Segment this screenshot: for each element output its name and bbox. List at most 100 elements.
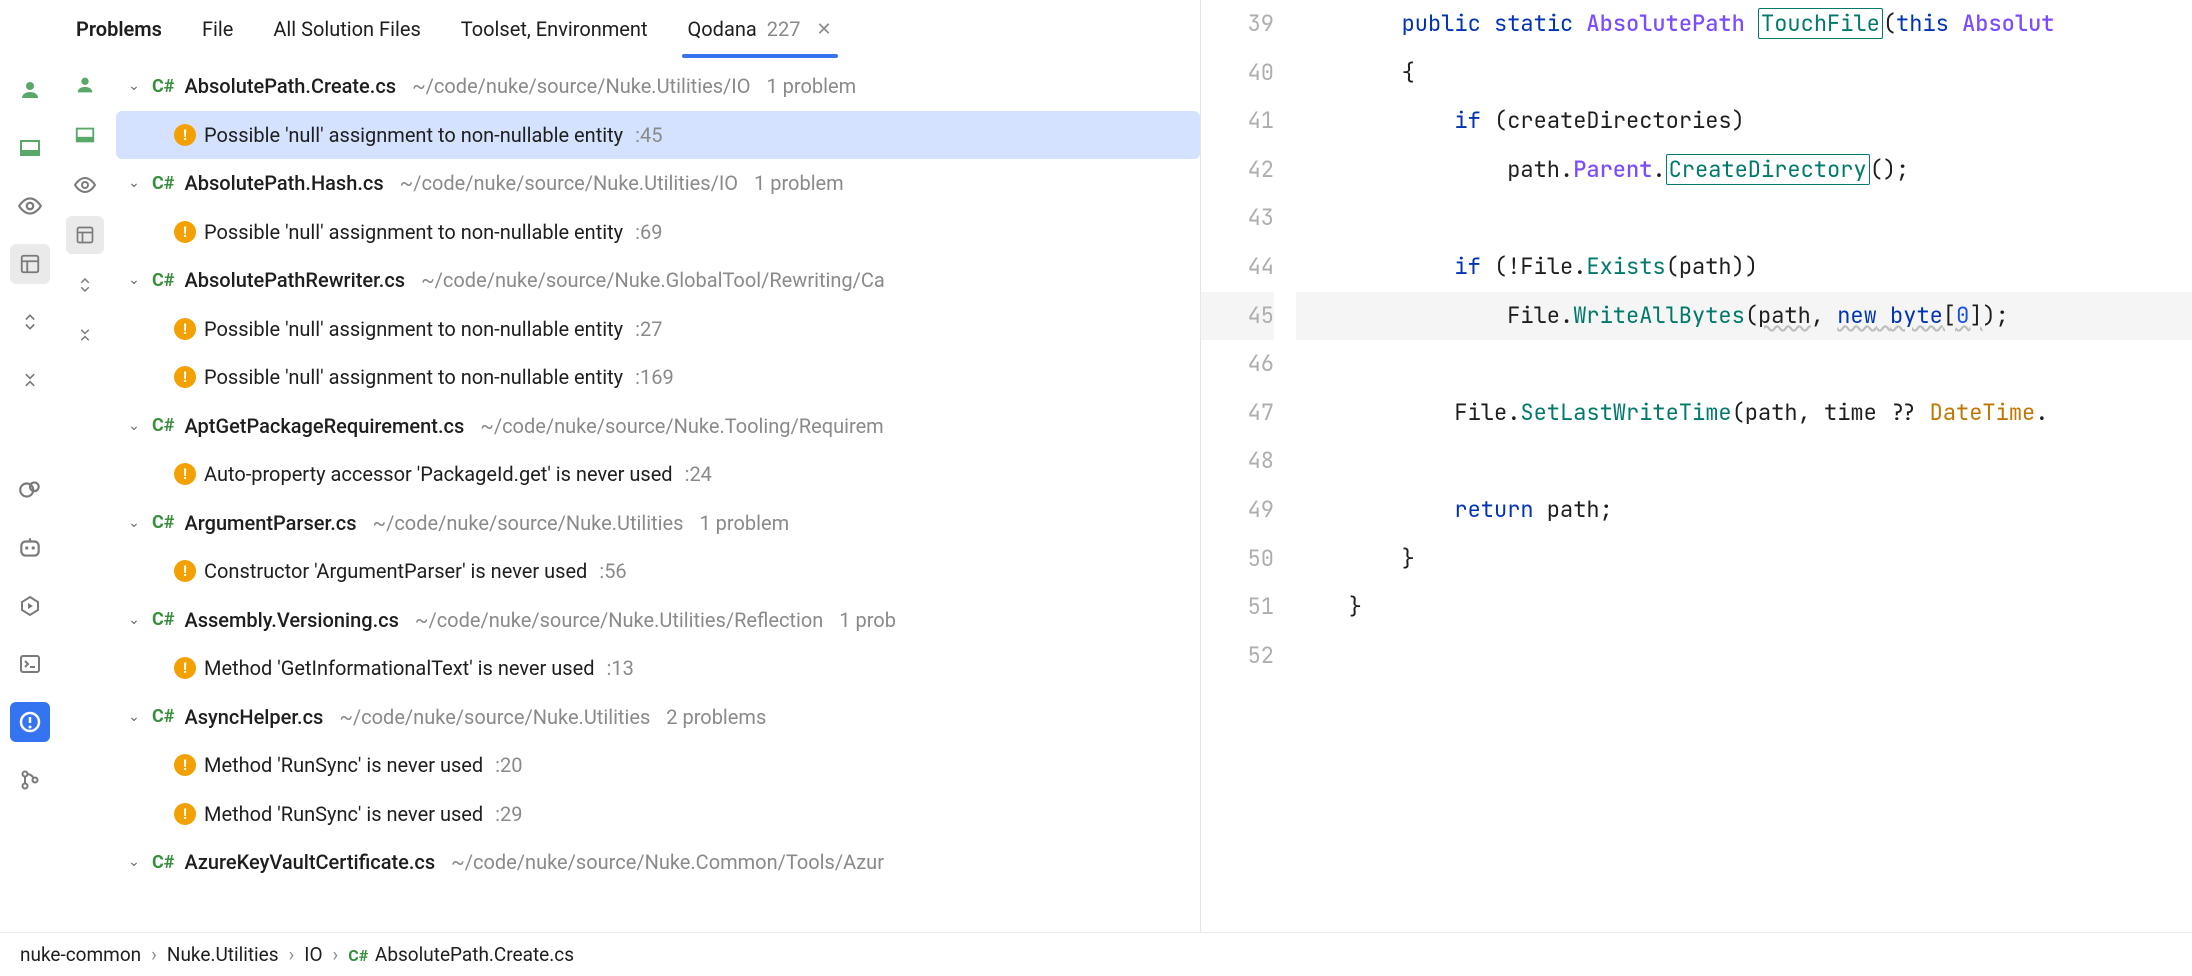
issue-row[interactable]: !Possible 'null' assignment to non-nulla… bbox=[116, 353, 1200, 402]
chevron-down-icon[interactable]: ⌄ bbox=[124, 612, 144, 628]
tab-problems[interactable]: Problems bbox=[76, 0, 162, 58]
csharp-badge: C# bbox=[152, 415, 174, 436]
breadcrumb-item[interactable]: nuke-common bbox=[20, 943, 141, 966]
code-line[interactable] bbox=[1296, 632, 2192, 681]
code-line[interactable]: File.SetLastWriteTime(path, time ?? Date… bbox=[1296, 389, 2192, 438]
warning-icon: ! bbox=[174, 803, 196, 825]
breadcrumb[interactable]: nuke-common › Nuke.Utilities › IO › C# A… bbox=[0, 932, 2192, 976]
qodana-count: 227 bbox=[767, 17, 801, 41]
chevron-down-icon[interactable]: ⌄ bbox=[124, 175, 144, 191]
code-line[interactable]: if (createDirectories) bbox=[1296, 97, 2192, 146]
ai-assistant-icon[interactable] bbox=[10, 528, 50, 568]
gutter-line: 49 bbox=[1201, 486, 1274, 535]
code-line[interactable] bbox=[1296, 437, 2192, 486]
collapse-icon[interactable] bbox=[10, 360, 50, 400]
problems-tabs: Problems File All Solution Files Toolset… bbox=[60, 0, 1200, 58]
preview-icon[interactable] bbox=[66, 166, 104, 204]
breadcrumb-item[interactable]: Nuke.Utilities bbox=[167, 943, 279, 966]
file-row[interactable]: ⌄C#ArgumentParser.cs~/code/nuke/source/N… bbox=[116, 499, 1200, 548]
gutter-line: 51 bbox=[1201, 583, 1274, 632]
issue-row[interactable]: !Method 'RunSync' is never used:20 bbox=[116, 741, 1200, 790]
problems-tree[interactable]: ⌄ C# AbsolutePath.Create.cs ~/code/nuke/sou… bbox=[116, 58, 1200, 887]
problem-count: 1 problem bbox=[699, 511, 789, 535]
file-name: AbsolutePathRewriter.cs bbox=[184, 268, 405, 292]
collapse-all-icon[interactable] bbox=[66, 316, 104, 354]
breadcrumb-separator: › bbox=[289, 943, 295, 966]
tab-toolset-environment[interactable]: Toolset, Environment bbox=[461, 0, 648, 58]
issue-location: :13 bbox=[606, 656, 633, 680]
terminal-icon[interactable] bbox=[10, 644, 50, 684]
issue-row[interactable]: !Possible 'null' assignment to non-nulla… bbox=[116, 111, 1200, 160]
issue-location: :56 bbox=[599, 559, 626, 583]
problems-tool-icon[interactable] bbox=[10, 702, 50, 742]
issue-location: :27 bbox=[635, 317, 662, 341]
gutter-line: 42 bbox=[1201, 146, 1274, 195]
code-line[interactable] bbox=[1296, 340, 2192, 389]
vcs-icon[interactable] bbox=[10, 760, 50, 800]
group-by-icon[interactable] bbox=[66, 216, 104, 254]
tab-file[interactable]: File bbox=[202, 0, 233, 58]
services-icon[interactable] bbox=[10, 470, 50, 510]
csharp-badge: C# bbox=[152, 852, 174, 873]
chevron-down-icon[interactable]: ⌄ bbox=[124, 709, 144, 725]
issue-text: Method 'RunSync' is never used bbox=[204, 753, 483, 777]
code-line[interactable] bbox=[1296, 194, 2192, 243]
code-line[interactable]: } bbox=[1296, 535, 2192, 584]
editor-code[interactable]: public static AbsolutePath TouchFile(thi… bbox=[1296, 0, 2192, 932]
issue-text: Method 'GetInformationalText' is never u… bbox=[204, 656, 594, 680]
file-row[interactable]: ⌄C#Assembly.Versioning.cs~/code/nuke/sou… bbox=[116, 596, 1200, 645]
breadcrumb-current[interactable]: C# AbsolutePath.Create.cs bbox=[348, 943, 574, 966]
user-icon[interactable] bbox=[10, 70, 50, 110]
chevron-down-icon[interactable]: ⌄ bbox=[124, 515, 144, 531]
structure-icon[interactable] bbox=[10, 244, 50, 284]
layout-icon[interactable] bbox=[66, 116, 104, 154]
file-row[interactable]: ⌄C#AbsolutePathRewriter.cs~/code/nuke/so… bbox=[116, 256, 1200, 305]
expand-collapse-icon[interactable] bbox=[10, 302, 50, 342]
code-line[interactable]: if (!File.Exists(path)) bbox=[1296, 243, 2192, 292]
breadcrumb-item[interactable]: IO bbox=[304, 943, 322, 966]
build-icon[interactable] bbox=[10, 586, 50, 626]
file-row[interactable]: ⌄C#AbsolutePath.Create.cs~/code/nuke/sou… bbox=[116, 62, 1200, 111]
chevron-down-icon[interactable]: ⌄ bbox=[124, 418, 144, 434]
code-line[interactable]: public static AbsolutePath TouchFile(thi… bbox=[1296, 0, 2192, 49]
file-row[interactable]: ⌄C#AptGetPackageRequirement.cs~/code/nuk… bbox=[116, 402, 1200, 451]
code-line[interactable]: File.WriteAllBytes(path, new byte[0]); bbox=[1296, 292, 2192, 341]
file-name: ArgumentParser.cs bbox=[184, 511, 356, 535]
breadcrumb-separator: › bbox=[333, 943, 339, 966]
issue-text: Method 'RunSync' is never used bbox=[204, 802, 483, 826]
file-name: AbsolutePath.Create.cs bbox=[184, 74, 396, 98]
issue-row[interactable]: !Auto-property accessor 'PackageId.get' … bbox=[116, 450, 1200, 499]
user-filter-icon[interactable] bbox=[66, 66, 104, 104]
code-line[interactable]: } bbox=[1296, 583, 2192, 632]
warning-icon: ! bbox=[174, 657, 196, 679]
issue-location: :29 bbox=[495, 802, 522, 826]
tab-qodana[interactable]: Qodana 227 ✕ bbox=[688, 0, 832, 58]
issue-row[interactable]: !Possible 'null' assignment to non-nulla… bbox=[116, 208, 1200, 257]
issue-row[interactable]: !Constructor 'ArgumentParser' is never u… bbox=[116, 547, 1200, 596]
chevron-down-icon[interactable]: ⌄ bbox=[124, 272, 144, 288]
editor[interactable]: 3940414243444546474849505152 public stat… bbox=[1200, 0, 2192, 932]
code-line[interactable]: return path; bbox=[1296, 486, 2192, 535]
code-line[interactable]: { bbox=[1296, 49, 2192, 98]
file-path: ~/code/nuke/source/Nuke.Utilities/IO bbox=[412, 74, 750, 98]
issue-text: Constructor 'ArgumentParser' is never us… bbox=[204, 559, 587, 583]
issue-row[interactable]: !Possible 'null' assignment to non-nulla… bbox=[116, 305, 1200, 354]
eye-icon[interactable] bbox=[10, 186, 50, 226]
project-view-icon[interactable] bbox=[10, 128, 50, 168]
chevron-down-icon[interactable]: ⌄ bbox=[124, 78, 144, 94]
code-line[interactable]: path.Parent.CreateDirectory(); bbox=[1296, 146, 2192, 195]
chevron-down-icon[interactable]: ⌄ bbox=[124, 854, 144, 870]
file-row[interactable]: ⌄C#AsyncHelper.cs~/code/nuke/source/Nuke… bbox=[116, 693, 1200, 742]
file-name: AsyncHelper.cs bbox=[184, 705, 323, 729]
close-icon[interactable]: ✕ bbox=[817, 19, 832, 40]
issue-row[interactable]: ! Method 'RunSync' is never used :29 bbox=[116, 790, 1200, 839]
warning-icon: ! bbox=[174, 463, 196, 485]
tab-all-solution-files[interactable]: All Solution Files bbox=[273, 0, 420, 58]
issue-row[interactable]: ! Method 'GetInformationalText' is never … bbox=[116, 644, 1200, 693]
file-row[interactable]: ⌄C#AzureKeyVaultCertificate.cs~/code/nuk… bbox=[116, 838, 1200, 887]
gutter-line: 50 bbox=[1201, 535, 1274, 584]
file-row[interactable]: ⌄C#AbsolutePath.Hash.cs~/code/nuke/sourc… bbox=[116, 159, 1200, 208]
gutter-line: 52 bbox=[1201, 632, 1274, 681]
expand-all-icon[interactable] bbox=[66, 266, 104, 304]
csharp-badge: C# bbox=[152, 609, 174, 630]
